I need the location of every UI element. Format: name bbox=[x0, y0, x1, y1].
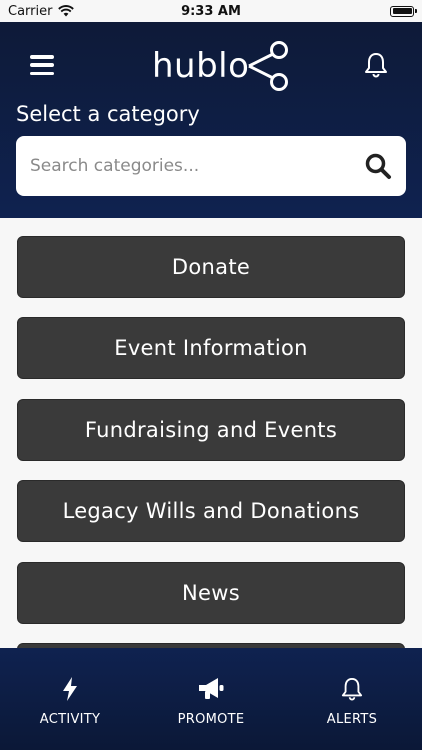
category-button-donate[interactable]: Donate bbox=[17, 236, 405, 298]
bell-icon[interactable] bbox=[364, 52, 388, 78]
tab-alerts[interactable]: ALERTS bbox=[282, 648, 422, 750]
carrier-label: Carrier bbox=[8, 3, 53, 19]
tab-promote[interactable]: PROMOTE bbox=[141, 648, 281, 750]
category-button-fundraising-and-events[interactable]: Fundraising and Events bbox=[17, 399, 405, 461]
app-header: hublo Select a category bbox=[0, 22, 422, 218]
app-logo: hublo bbox=[152, 36, 291, 96]
status-left: Carrier bbox=[8, 3, 75, 19]
tab-label: ALERTS bbox=[326, 712, 378, 727]
lightning-icon bbox=[63, 677, 77, 701]
battery-icon bbox=[390, 5, 417, 17]
status-bar: Carrier 9:33 AM bbox=[0, 0, 422, 22]
menu-icon[interactable] bbox=[30, 55, 54, 75]
category-button-legacy-wills-and-donations[interactable]: Legacy Wills and Donations bbox=[17, 480, 405, 542]
category-button-event-information[interactable]: Event Information bbox=[17, 317, 405, 379]
tab-label: PROMOTE bbox=[177, 712, 245, 727]
megaphone-icon bbox=[199, 678, 224, 699]
section-title: Select a category bbox=[16, 102, 200, 126]
bell-icon bbox=[341, 678, 363, 701]
search-icon[interactable] bbox=[364, 152, 392, 180]
tab-bar: ACTIVITY PROMOTE ALERTS bbox=[0, 648, 422, 750]
category-button-news[interactable]: News bbox=[17, 562, 405, 624]
tab-label: ACTIVITY bbox=[39, 712, 101, 727]
wifi-icon bbox=[58, 5, 75, 17]
tab-activity[interactable]: ACTIVITY bbox=[0, 648, 140, 750]
search-box[interactable] bbox=[16, 136, 406, 196]
logo-text: hublo bbox=[152, 46, 250, 86]
search-input[interactable] bbox=[30, 156, 364, 176]
category-list[interactable]: Donate Event Information Fundraising and… bbox=[0, 218, 422, 648]
share-network-icon bbox=[248, 41, 289, 91]
